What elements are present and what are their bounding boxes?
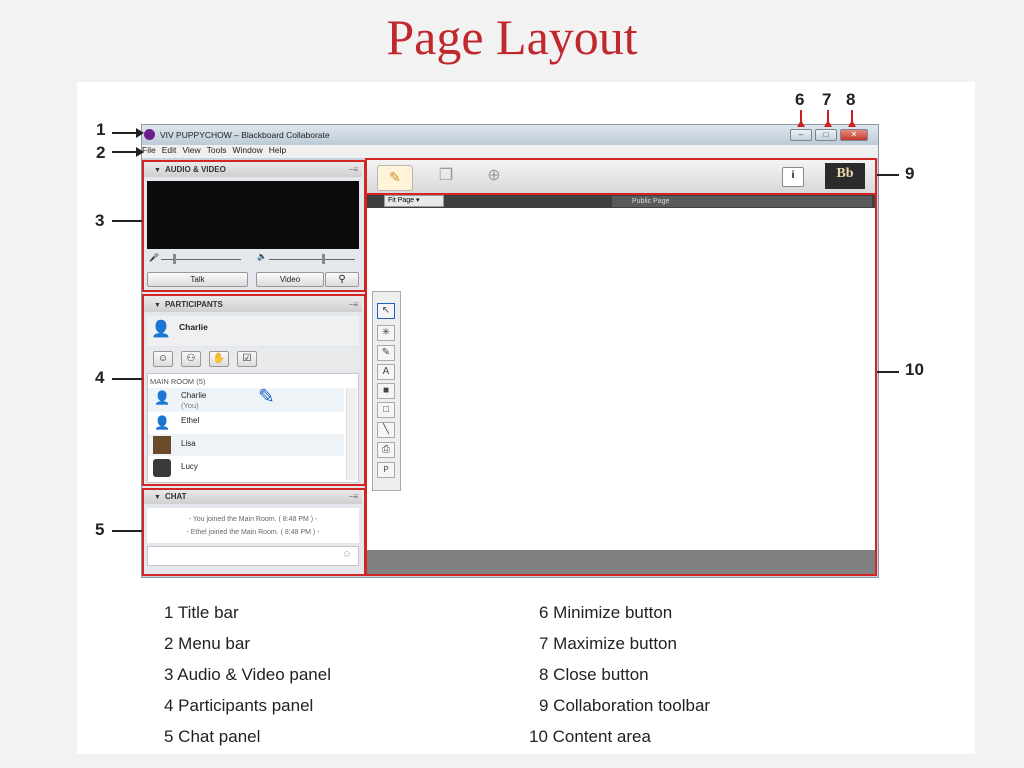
callout-line-3	[112, 220, 142, 222]
legend-item: 6 Minimize button	[539, 603, 673, 622]
callout-arrow-1	[136, 128, 144, 138]
close-button[interactable]: ✕	[840, 129, 868, 141]
minimize-button[interactable]: –	[790, 129, 812, 141]
callout-3: 3	[95, 211, 105, 230]
legend-item: 7 Maximize button	[539, 634, 677, 653]
callout-arrow-6	[797, 120, 805, 127]
chat-highlight	[142, 488, 366, 576]
audio-video-highlight	[142, 160, 366, 292]
legend-item: 10 Content area	[529, 727, 651, 746]
legend-item: 4 Participants panel	[164, 696, 314, 715]
legend-item: 9 Collaboration toolbar	[539, 696, 711, 715]
menu-window[interactable]: Window	[232, 145, 262, 155]
window-title: VIV PUPPYCHOW – Blackboard Collaborate	[160, 130, 330, 140]
maximize-button[interactable]: □	[815, 129, 837, 141]
callout-line-4	[112, 378, 142, 380]
toolbar-highlight	[365, 158, 877, 195]
callout-8: 8	[846, 90, 856, 109]
callout-line-9	[877, 174, 899, 176]
menu-edit[interactable]: Edit	[162, 145, 177, 155]
callout-line-2	[112, 151, 138, 153]
callout-arrow-2	[136, 147, 144, 157]
participants-highlight	[142, 294, 366, 486]
legend-item: 5 Chat panel	[164, 727, 261, 746]
callout-1: 1	[96, 120, 106, 139]
content-highlight	[365, 193, 877, 576]
menu-tools[interactable]: Tools	[207, 145, 227, 155]
app-logo-icon	[144, 129, 155, 140]
callout-arrow-8	[848, 120, 856, 127]
callout-6: 6	[795, 90, 805, 109]
menu-view[interactable]: View	[182, 145, 200, 155]
legend-item: 3 Audio & Video panel	[164, 665, 331, 684]
menu-bar: File Edit View Tools Window Help	[142, 145, 878, 158]
menu-help[interactable]: Help	[269, 145, 286, 155]
legend-item: 1 Title bar	[164, 603, 239, 622]
callout-line-5	[112, 530, 142, 532]
callout-line-10	[877, 371, 899, 373]
menu-file[interactable]: File	[142, 145, 156, 155]
callout-7: 7	[822, 90, 832, 109]
callout-5: 5	[95, 520, 105, 539]
slide-title: Page Layout	[386, 9, 638, 65]
callout-arrow-7	[824, 120, 832, 127]
callout-line-1	[112, 132, 138, 134]
legend-item: 2 Menu bar	[164, 634, 250, 653]
callout-10: 10	[905, 360, 924, 379]
callout-4: 4	[95, 368, 105, 387]
callout-2: 2	[96, 143, 106, 162]
callout-9: 9	[905, 164, 915, 183]
legend-item: 8 Close button	[539, 665, 649, 684]
